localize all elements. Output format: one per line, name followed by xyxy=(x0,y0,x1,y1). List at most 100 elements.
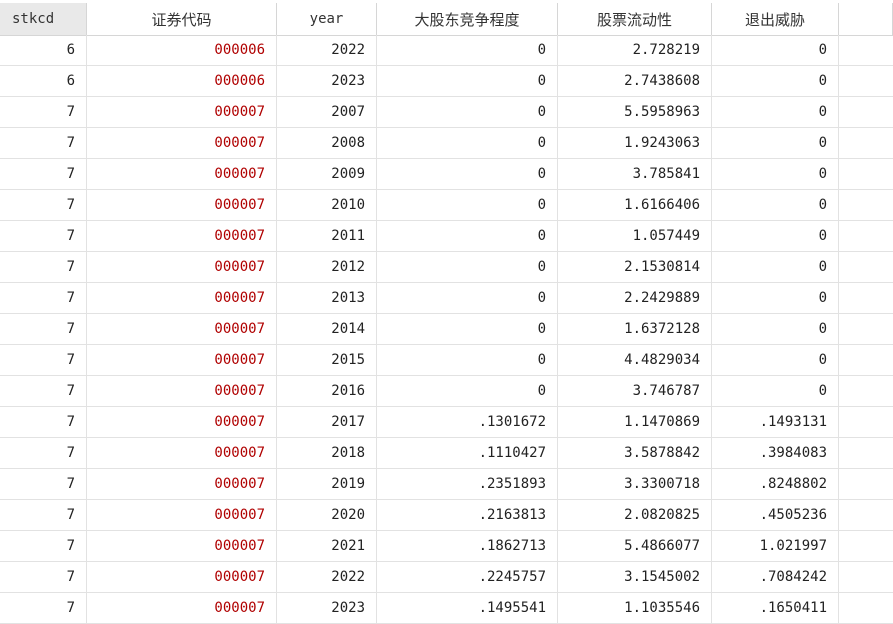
cell-security-code[interactable]: 000007 xyxy=(87,190,277,221)
cell-stock-liquidity[interactable]: 1.1035546 xyxy=(558,593,712,624)
cell-exit-threat[interactable]: 0 xyxy=(712,66,839,97)
cell-shareholder-competition[interactable]: .2163813 xyxy=(377,500,558,531)
cell-stkcd[interactable]: 7 xyxy=(0,314,87,345)
column-header-year[interactable]: year xyxy=(277,3,377,35)
cell-security-code[interactable]: 000007 xyxy=(87,345,277,376)
table-row[interactable]: 7 000007 2022.2245757 3.1545002.7084242 xyxy=(0,562,893,593)
cell-year[interactable]: 2009 xyxy=(277,159,377,190)
cell-security-code[interactable]: 000007 xyxy=(87,97,277,128)
table-row[interactable]: 7 000007 2011 0 1.057449 0 xyxy=(0,221,893,252)
cell-stkcd[interactable]: 7 xyxy=(0,376,87,407)
cell-stkcd[interactable]: 6 xyxy=(0,66,87,97)
cell-year[interactable]: 2021 xyxy=(277,531,377,562)
cell-year[interactable]: 2010 xyxy=(277,190,377,221)
table-row[interactable]: 7 000007 2018.1110427 3.5878842.3984083 xyxy=(0,438,893,469)
table-row[interactable]: 7 000007 2017.1301672 1.1470869.1493131 xyxy=(0,407,893,438)
cell-exit-threat[interactable]: .4505236 xyxy=(712,500,839,531)
cell-year[interactable]: 2023 xyxy=(277,593,377,624)
cell-exit-threat[interactable]: 0 xyxy=(712,97,839,128)
cell-stkcd[interactable]: 7 xyxy=(0,593,87,624)
cell-exit-threat[interactable]: .3984083 xyxy=(712,438,839,469)
cell-exit-threat[interactable]: .7084242 xyxy=(712,562,839,593)
data-editor-grid[interactable]: stkcd 证券代码 year 大股东竞争程度 股票流动性 退出威胁 6 0000… xyxy=(0,0,893,624)
cell-security-code[interactable]: 000007 xyxy=(87,159,277,190)
table-row[interactable]: 7 000007 2020.2163813 2.0820825.4505236 xyxy=(0,500,893,531)
cell-shareholder-competition[interactable]: .1495541 xyxy=(377,593,558,624)
cell-shareholder-competition[interactable]: 0 xyxy=(377,376,558,407)
cell-stock-liquidity[interactable]: 3.1545002 xyxy=(558,562,712,593)
cell-stkcd[interactable]: 7 xyxy=(0,531,87,562)
cell-security-code[interactable]: 000007 xyxy=(87,438,277,469)
column-header-security-code[interactable]: 证券代码 xyxy=(87,3,277,35)
cell-stock-liquidity[interactable]: 3.746787 xyxy=(558,376,712,407)
cell-stock-liquidity[interactable]: 2.0820825 xyxy=(558,500,712,531)
cell-security-code[interactable]: 000007 xyxy=(87,469,277,500)
cell-stock-liquidity[interactable]: 1.1470869 xyxy=(558,407,712,438)
cell-shareholder-competition[interactable]: .2351893 xyxy=(377,469,558,500)
cell-shareholder-competition[interactable]: .1301672 xyxy=(377,407,558,438)
cell-exit-threat[interactable]: 0 xyxy=(712,252,839,283)
cell-stock-liquidity[interactable]: 1.6166406 xyxy=(558,190,712,221)
table-row[interactable]: 7 000007 2014 0 1.6372128 0 xyxy=(0,314,893,345)
cell-exit-threat[interactable]: 0 xyxy=(712,376,839,407)
cell-stock-liquidity[interactable]: 5.5958963 xyxy=(558,97,712,128)
table-row[interactable]: 7 000007 2012 0 2.1530814 0 xyxy=(0,252,893,283)
cell-stkcd[interactable]: 7 xyxy=(0,500,87,531)
cell-security-code[interactable]: 000007 xyxy=(87,562,277,593)
cell-stkcd[interactable]: 7 xyxy=(0,562,87,593)
cell-shareholder-competition[interactable]: .1862713 xyxy=(377,531,558,562)
cell-stkcd[interactable]: 7 xyxy=(0,221,87,252)
cell-shareholder-competition[interactable]: 0 xyxy=(377,314,558,345)
table-row[interactable]: 7 000007 2007 0 5.5958963 0 xyxy=(0,97,893,128)
cell-stkcd[interactable]: 7 xyxy=(0,345,87,376)
table-row[interactable]: 6 000006 2022 0 2.728219 0 xyxy=(0,35,893,66)
cell-stkcd[interactable]: 7 xyxy=(0,128,87,159)
column-header-stkcd[interactable]: stkcd xyxy=(0,3,87,35)
cell-stkcd[interactable]: 7 xyxy=(0,159,87,190)
cell-stock-liquidity[interactable]: 3.3300718 xyxy=(558,469,712,500)
cell-shareholder-competition[interactable]: 0 xyxy=(377,345,558,376)
cell-security-code[interactable]: 000007 xyxy=(87,531,277,562)
cell-stock-liquidity[interactable]: 1.6372128 xyxy=(558,314,712,345)
cell-stkcd[interactable]: 6 xyxy=(0,35,87,66)
cell-shareholder-competition[interactable]: .1110427 xyxy=(377,438,558,469)
cell-shareholder-competition[interactable]: .2245757 xyxy=(377,562,558,593)
cell-stkcd[interactable]: 7 xyxy=(0,469,87,500)
cell-shareholder-competition[interactable]: 0 xyxy=(377,252,558,283)
cell-exit-threat[interactable]: 0 xyxy=(712,128,839,159)
cell-shareholder-competition[interactable]: 0 xyxy=(377,283,558,314)
cell-exit-threat[interactable]: 0 xyxy=(712,345,839,376)
cell-year[interactable]: 2013 xyxy=(277,283,377,314)
cell-security-code[interactable]: 000007 xyxy=(87,407,277,438)
cell-exit-threat[interactable]: .1650411 xyxy=(712,593,839,624)
cell-security-code[interactable]: 000007 xyxy=(87,128,277,159)
cell-security-code[interactable]: 000007 xyxy=(87,314,277,345)
cell-stock-liquidity[interactable]: 4.4829034 xyxy=(558,345,712,376)
table-row[interactable]: 7 000007 2008 0 1.9243063 0 xyxy=(0,128,893,159)
cell-shareholder-competition[interactable]: 0 xyxy=(377,190,558,221)
cell-stkcd[interactable]: 7 xyxy=(0,190,87,221)
table-row[interactable]: 7 000007 2010 0 1.6166406 0 xyxy=(0,190,893,221)
table-row[interactable]: 7 000007 2009 0 3.785841 0 xyxy=(0,159,893,190)
cell-stkcd[interactable]: 7 xyxy=(0,283,87,314)
table-row[interactable]: 7 000007 2021.1862713 5.4866077 1.021997 xyxy=(0,531,893,562)
cell-stock-liquidity[interactable]: 3.5878842 xyxy=(558,438,712,469)
cell-security-code[interactable]: 000007 xyxy=(87,593,277,624)
table-row[interactable]: 7 000007 2013 0 2.2429889 0 xyxy=(0,283,893,314)
cell-year[interactable]: 2023 xyxy=(277,66,377,97)
cell-shareholder-competition[interactable]: 0 xyxy=(377,66,558,97)
cell-year[interactable]: 2012 xyxy=(277,252,377,283)
cell-year[interactable]: 2020 xyxy=(277,500,377,531)
cell-shareholder-competition[interactable]: 0 xyxy=(377,35,558,66)
cell-stkcd[interactable]: 7 xyxy=(0,252,87,283)
cell-stkcd[interactable]: 7 xyxy=(0,407,87,438)
cell-year[interactable]: 2018 xyxy=(277,438,377,469)
table-row[interactable]: 6 000006 2023 0 2.7438608 0 xyxy=(0,66,893,97)
cell-year[interactable]: 2015 xyxy=(277,345,377,376)
cell-security-code[interactable]: 000007 xyxy=(87,283,277,314)
cell-stock-liquidity[interactable]: 1.9243063 xyxy=(558,128,712,159)
table-row[interactable]: 7 000007 2023.1495541 1.1035546.1650411 xyxy=(0,593,893,624)
cell-exit-threat[interactable]: 0 xyxy=(712,159,839,190)
cell-exit-threat[interactable]: 0 xyxy=(712,221,839,252)
cell-exit-threat[interactable]: .8248802 xyxy=(712,469,839,500)
